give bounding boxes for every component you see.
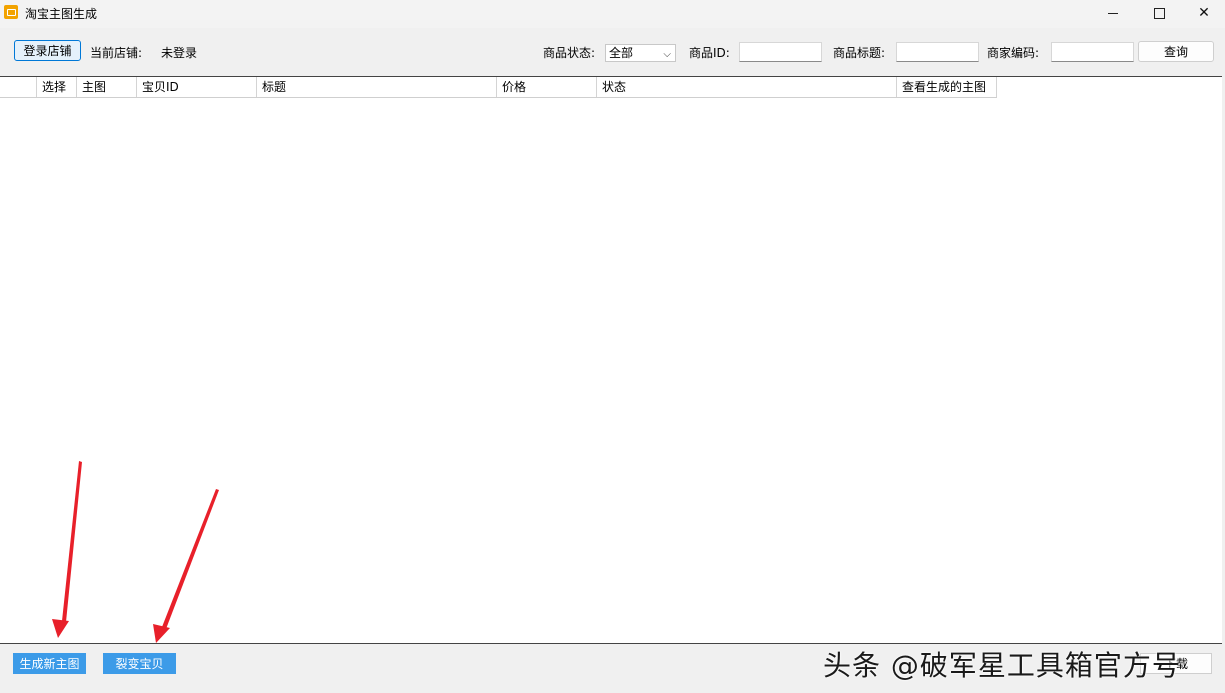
minimize-button[interactable] [1090, 0, 1136, 26]
fission-item-button[interactable]: 裂变宝贝 [103, 653, 176, 674]
status-selected-value: 全部 [609, 46, 634, 60]
generate-main-image-button[interactable]: 生成新主图 [13, 653, 86, 674]
column-header-price[interactable]: 价格 [497, 77, 597, 97]
product-id-input[interactable] [739, 42, 822, 62]
column-header-status[interactable]: 状态 [597, 77, 897, 97]
column-header-title[interactable]: 标题 [257, 77, 497, 97]
merchant-code-label: 商家编码: [987, 46, 1040, 60]
login-store-button[interactable]: 登录店铺 [14, 40, 81, 61]
title-bar: 淘宝主图生成 ✕ [0, 0, 1225, 28]
product-title-input[interactable] [896, 42, 979, 62]
merchant-code-input[interactable] [1051, 42, 1134, 62]
bottom-bar: 生成新主图 裂变宝贝 下载 头条 @破军星工具箱官方号 [0, 644, 1225, 693]
current-store-value: 未登录 [161, 46, 198, 60]
app-icon [4, 5, 18, 19]
column-header-select[interactable]: 选择 [37, 77, 77, 97]
product-grid[interactable]: 选择 主图 宝贝ID 标题 价格 状态 查看生成的主图 [0, 76, 1222, 644]
status-label: 商品状态: [543, 46, 596, 60]
maximize-button[interactable] [1136, 0, 1182, 26]
column-header-view-generated[interactable]: 查看生成的主图 [897, 77, 997, 97]
grid-header: 选择 主图 宝贝ID 标题 价格 状态 查看生成的主图 [0, 77, 997, 98]
chevron-down-icon: ⌵ [663, 49, 671, 60]
query-button[interactable]: 查询 [1138, 41, 1214, 62]
window-title: 淘宝主图生成 [25, 7, 98, 21]
product-title-label: 商品标题: [833, 46, 886, 60]
column-header-rowselector[interactable] [0, 77, 37, 97]
product-id-label: 商品ID: [689, 46, 730, 60]
minimize-icon [1108, 12, 1118, 14]
close-icon: ✕ [1198, 5, 1210, 21]
watermark-text: 头条 @破军星工具箱官方号 [823, 649, 1181, 682]
current-store-label: 当前店铺: [90, 46, 143, 60]
column-header-main-image[interactable]: 主图 [77, 77, 137, 97]
close-button[interactable]: ✕ [1181, 0, 1225, 26]
toolbar: 登录店铺 当前店铺: 未登录 商品状态: 全部 ⌵ 商品ID: 商品标题: 商家… [0, 28, 1225, 76]
column-header-item-id[interactable]: 宝贝ID [137, 77, 257, 97]
maximize-icon [1153, 7, 1165, 19]
status-select[interactable]: 全部 ⌵ [605, 44, 676, 62]
